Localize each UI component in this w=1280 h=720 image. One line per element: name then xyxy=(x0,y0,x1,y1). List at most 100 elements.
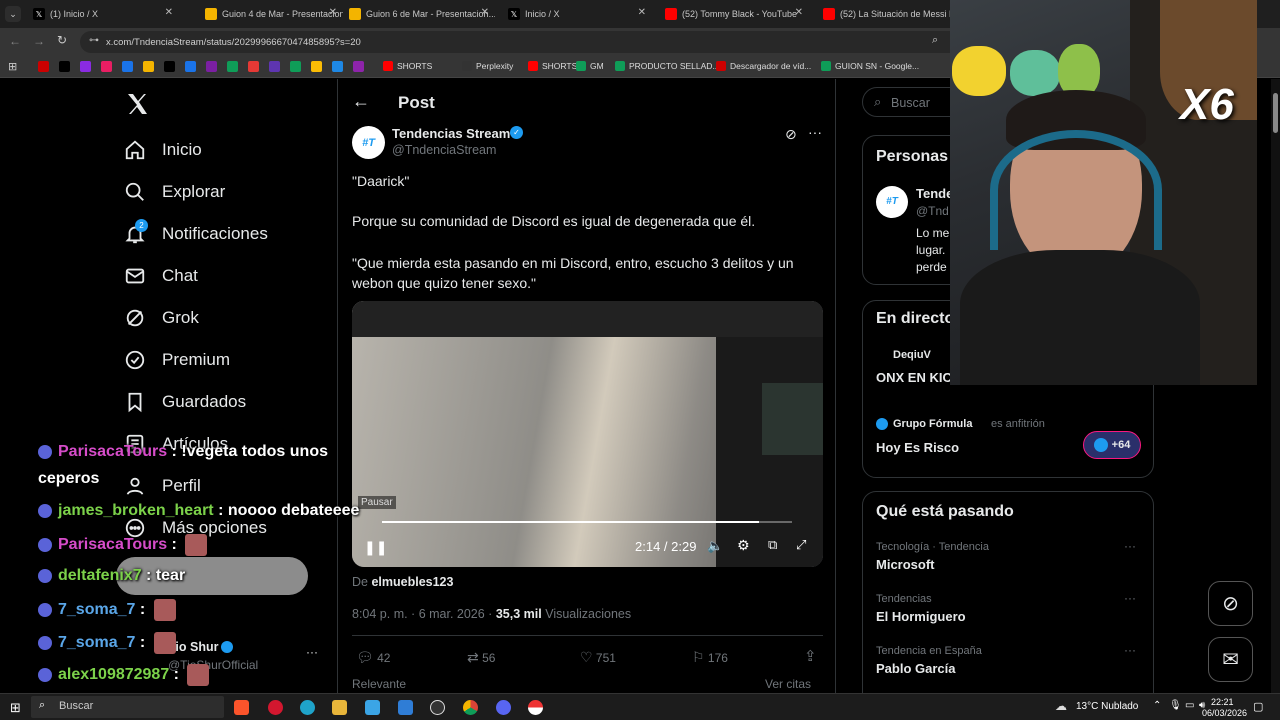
tab-close-icon[interactable]: ✕ xyxy=(329,7,337,18)
view-quotes-link[interactable]: Ver citas xyxy=(765,677,811,691)
bookmark-shortcut-icon[interactable] xyxy=(290,61,301,72)
bookmark-shortcut-icon[interactable] xyxy=(38,61,49,72)
weather-icon[interactable]: ☁ xyxy=(1055,699,1067,713)
author-name[interactable]: Tendencias Stream xyxy=(392,126,510,141)
obs-icon[interactable] xyxy=(430,700,445,715)
brave-icon[interactable] xyxy=(234,700,249,715)
settings-icon[interactable]: ⚙ xyxy=(737,537,750,554)
site-info-icon[interactable]: ⊶ xyxy=(89,35,99,46)
x-logo[interactable] xyxy=(125,92,149,116)
windows-start-icon[interactable]: ⊞ xyxy=(10,700,21,716)
grok-fab[interactable]: ⊘ xyxy=(1208,581,1253,626)
bookmark-0[interactable]: SHORTS xyxy=(383,61,432,71)
bookmark-shortcut-icon[interactable] xyxy=(143,61,154,72)
forward-icon[interactable]: → xyxy=(33,34,45,48)
trend-item[interactable]: Tendencias El Hormiguero ··· xyxy=(876,591,1146,637)
address-bar[interactable]: ⊶ x.com/TndenciaStream/status/2029996667… xyxy=(80,31,960,53)
back-arrow-icon[interactable]: ← xyxy=(352,91,370,112)
bookmark-shortcut-icon[interactable] xyxy=(311,61,322,72)
bookmark-6[interactable]: GUION SN - Google... xyxy=(821,61,919,71)
network-icon[interactable]: ▭ xyxy=(1185,700,1194,711)
mic-tray-icon[interactable]: 🎙︎ xyxy=(1169,700,1182,711)
nav-item-bell[interactable]: Notificaciones 2 xyxy=(124,219,268,245)
nav-item-search[interactable]: Explorar xyxy=(124,181,225,203)
nav-item-person[interactable]: Perfil xyxy=(124,475,201,497)
tab-3[interactable]: 𝕏 Inicio / X ✕ xyxy=(502,4,652,24)
nav-item-bookmark[interactable]: Guardados xyxy=(124,391,246,413)
author-handle[interactable]: @TndenciaStream xyxy=(392,143,496,157)
nav-item-home[interactable]: Inicio xyxy=(124,139,202,161)
bookmark-shortcut-icon[interactable] xyxy=(227,61,238,72)
folder-icon[interactable] xyxy=(332,700,347,715)
bookmark-shortcut-icon[interactable] xyxy=(353,61,364,72)
tab-5[interactable]: (52) La Situación de Messi Es T...✕ xyxy=(817,4,967,24)
nav-item-grok[interactable]: Grok xyxy=(124,307,199,329)
trend-more-icon[interactable]: ··· xyxy=(1124,643,1136,657)
bookmark-shortcut-icon[interactable] xyxy=(332,61,343,72)
nav-item-mail[interactable]: Chat xyxy=(124,265,198,287)
bookmark-shortcut-icon[interactable] xyxy=(248,61,259,72)
bookmark-shortcut-icon[interactable] xyxy=(122,61,133,72)
tab-0[interactable]: 𝕏 (1) Inicio / X ✕ xyxy=(27,4,179,24)
live-title-2[interactable]: Hoy Es Risco xyxy=(876,440,959,455)
bookmark-shortcut-icon[interactable] xyxy=(269,61,280,72)
opera-icon[interactable] xyxy=(268,700,283,715)
notifications-tray-icon[interactable]: ▢ xyxy=(1253,700,1263,713)
tab-4[interactable]: (52) Tommy Black - YouTube ✕ xyxy=(659,4,809,24)
chrome-icon[interactable] xyxy=(463,700,478,715)
like-button[interactable]: ♡ 751 xyxy=(580,649,616,666)
mail-app-icon[interactable] xyxy=(398,700,413,715)
people-avatar[interactable]: #T xyxy=(876,186,908,218)
tab-2[interactable]: Guion 6 de Mar - Presentacion... ✕ xyxy=(343,4,495,24)
repost-button[interactable]: ⇄ 56 xyxy=(467,649,495,666)
volume-icon[interactable]: 🔈 xyxy=(707,538,723,554)
trend-more-icon[interactable]: ··· xyxy=(1124,591,1136,605)
more-options-icon[interactable]: ··· xyxy=(808,124,822,140)
tab-close-icon[interactable]: ✕ xyxy=(795,7,803,18)
bookmark-shortcut-icon[interactable] xyxy=(80,61,91,72)
source-user-link[interactable]: elmuebles123 xyxy=(371,575,453,589)
reply-button[interactable]: 💬︎ 42 xyxy=(356,649,390,666)
edge-icon[interactable] xyxy=(300,700,315,715)
trend-item[interactable]: Tecnología · Tendencia Microsoft ··· xyxy=(876,539,1146,585)
tab-close-icon[interactable]: ✕ xyxy=(481,7,489,18)
weather-text[interactable]: 13°C Nublado xyxy=(1076,701,1138,712)
pokeball-icon[interactable] xyxy=(528,700,543,715)
trend-item[interactable]: Tendencia en España Pablo García ··· xyxy=(876,643,1146,689)
fullscreen-icon[interactable]: ⤢ xyxy=(796,537,806,553)
trend-more-icon[interactable]: ··· xyxy=(1124,539,1136,553)
author-avatar[interactable]: #T xyxy=(352,126,385,159)
grok-icon[interactable]: ⊘ xyxy=(785,126,797,143)
scrollbar-thumb[interactable] xyxy=(1273,93,1278,133)
bookmark-button[interactable]: ⚐ 176 xyxy=(692,649,728,666)
bookmark-shortcut-icon[interactable] xyxy=(59,61,70,72)
nav-item-verified[interactable]: Premium xyxy=(124,349,230,371)
tab-1[interactable]: Guion 4 de Mar - Presentacion... ✕ xyxy=(199,4,343,24)
clock-time[interactable]: 22:21 xyxy=(1211,697,1234,707)
live-host-1[interactable]: DeqiuV xyxy=(893,349,931,361)
bookmark-2[interactable]: SHORTS xyxy=(528,61,577,71)
live-host-2[interactable]: Grupo Fórmula xyxy=(893,418,972,430)
bookmark-3[interactable]: GM xyxy=(576,61,604,71)
video-player[interactable]: Pausar ❚❚ 2:14 / 2:29 🔈 ⚙ ⧉ ⤢ xyxy=(352,301,823,567)
back-icon[interactable]: ← xyxy=(9,34,21,48)
store-icon[interactable] xyxy=(365,700,380,715)
video-scrubber[interactable] xyxy=(382,521,792,523)
pause-icon[interactable]: ❚❚ xyxy=(364,539,387,556)
bookmark-4[interactable]: PRODUCTO SELLAD... xyxy=(615,61,720,71)
tab-search-button[interactable]: ⌄ xyxy=(5,6,21,22)
share-icon[interactable]: ⇪ xyxy=(804,647,817,665)
bookmark-shortcut-icon[interactable] xyxy=(206,61,217,72)
bookmark-1[interactable]: Perplexity xyxy=(462,61,513,71)
scrollbar[interactable] xyxy=(1271,79,1280,693)
bookmark-5[interactable]: Descargador de víd... xyxy=(716,61,811,71)
people-name[interactable]: Tende xyxy=(916,186,953,201)
tab-close-icon[interactable]: ✕ xyxy=(638,7,646,18)
taskbar-search[interactable]: ⌕ Buscar xyxy=(31,696,224,718)
bookmark-shortcut-icon[interactable] xyxy=(101,61,112,72)
sort-dropdown[interactable]: Relevante xyxy=(352,677,406,691)
tray-chevron-icon[interactable]: ⌃ xyxy=(1153,700,1161,711)
zoom-icon[interactable]: ⌕ xyxy=(932,34,938,47)
pip-icon[interactable]: ⧉ xyxy=(768,537,777,553)
discord-icon[interactable] xyxy=(496,700,511,715)
